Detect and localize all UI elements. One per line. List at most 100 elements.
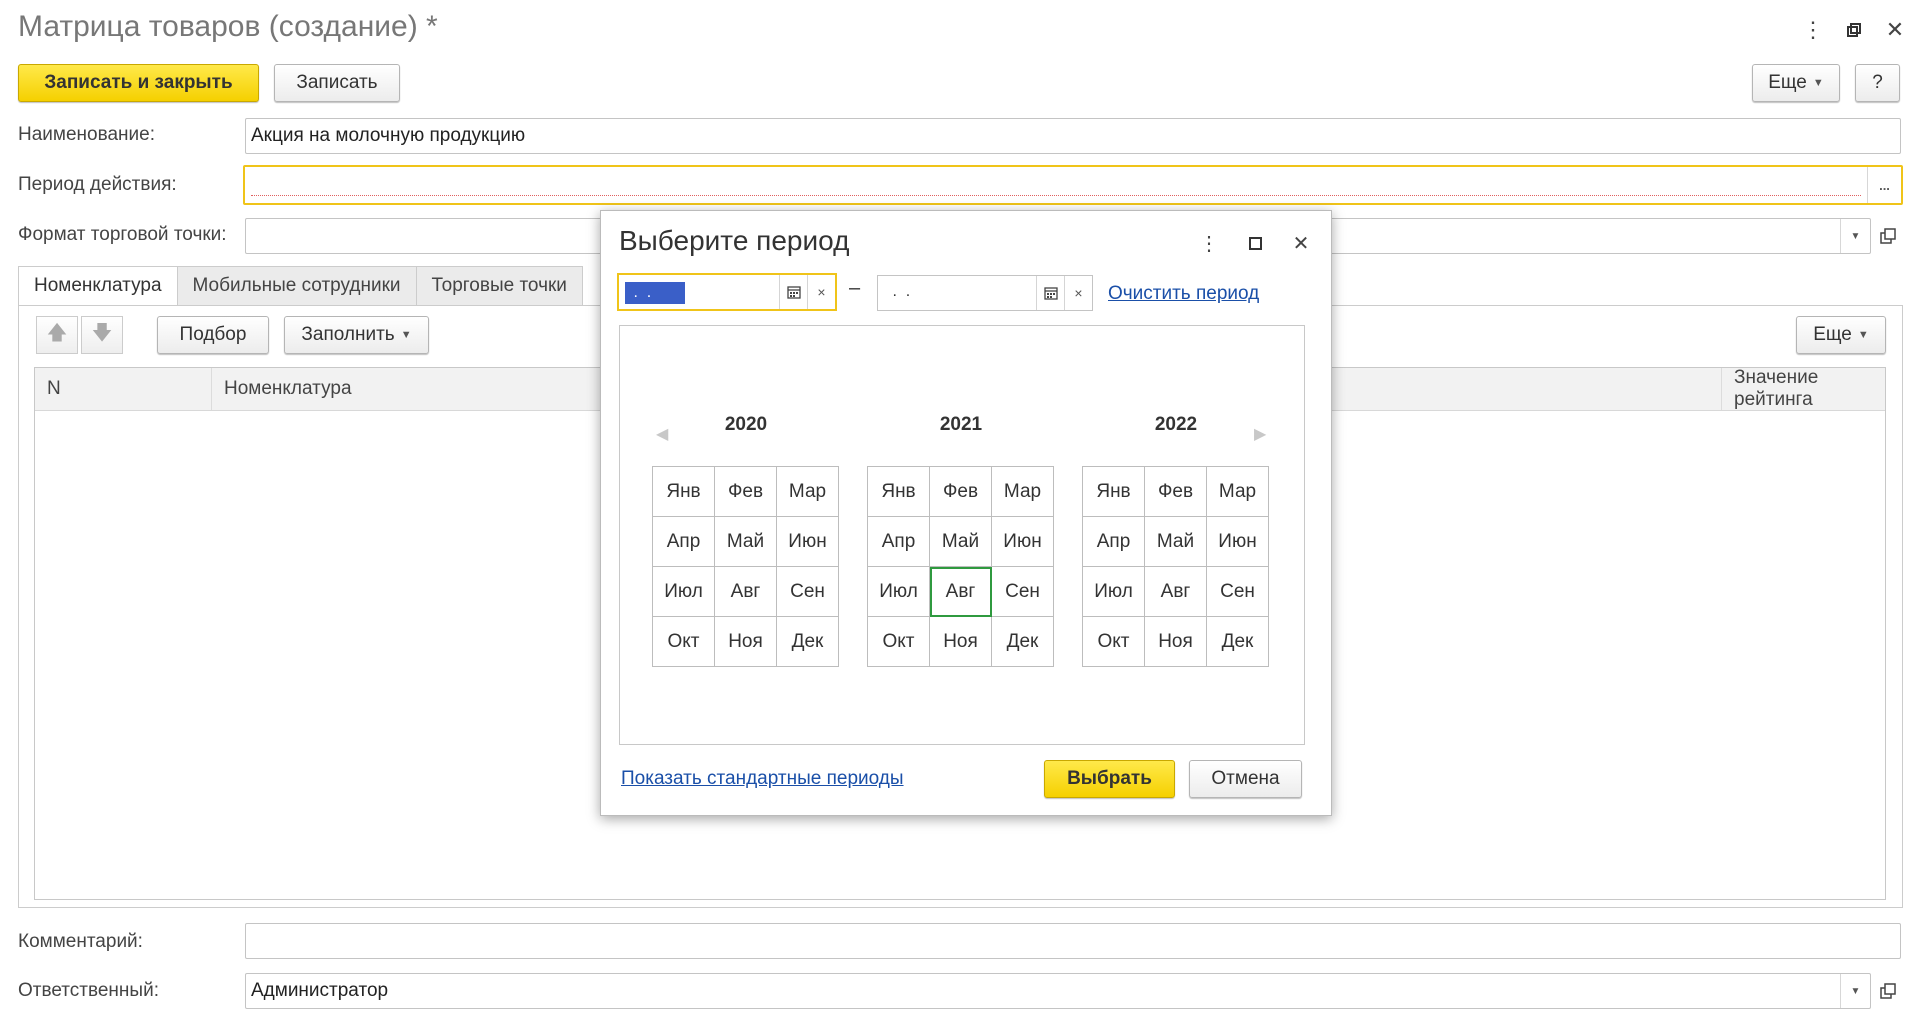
month-cell[interactable]: Мар (777, 467, 839, 517)
comment-label: Комментарий: (18, 931, 143, 952)
column-n[interactable]: N (35, 368, 212, 410)
month-cell[interactable]: Фев (930, 467, 992, 517)
month-cell[interactable]: Янв (653, 467, 715, 517)
month-cell[interactable]: Дек (777, 617, 839, 667)
month-cell[interactable]: Июл (1083, 567, 1145, 617)
month-cell[interactable]: Окт (868, 617, 930, 667)
month-cell[interactable]: Ноя (715, 617, 777, 667)
month-cell[interactable]: Дек (1207, 617, 1269, 667)
period-to-field[interactable]: . . × (877, 275, 1093, 311)
save-and-close-button[interactable]: Записать и закрыть (18, 64, 259, 102)
month-cell[interactable]: Апр (653, 517, 715, 567)
period-from-field[interactable]: . . × (617, 273, 837, 311)
month-cell[interactable]: Фев (715, 467, 777, 517)
pick-button[interactable]: Подбор (157, 316, 269, 354)
tab-bar: Номенклатура Мобильные сотрудники Торгов… (18, 266, 583, 306)
save-button[interactable]: Записать (274, 64, 400, 102)
open-icon[interactable] (1874, 220, 1902, 252)
year-block-2020: 2020 Янв Фев Мар Апр Май Июн Июл Авг Сен… (652, 414, 840, 667)
period-dash: – (849, 277, 861, 299)
period-select-button[interactable]: ... (1867, 167, 1901, 203)
column-rating[interactable]: Значение рейтинга (1722, 367, 1885, 410)
year-block-2021: 2021 Янв Фев Мар Апр Май Июн Июл Авг Сен… (867, 414, 1055, 667)
select-period-dialog: Выберите период ⋮ ✕ . . × – . . × Очисти… (600, 210, 1332, 816)
clear-period-link[interactable]: Очистить период (1108, 283, 1259, 305)
tab-mobile-employees[interactable]: Мобильные сотрудники (176, 266, 417, 306)
fill-button[interactable]: Заполнить ▼ (284, 316, 429, 354)
month-calendar: ◀ ▶ 2020 Янв Фев Мар Апр Май Июн Июл Авг… (619, 325, 1305, 745)
chevron-down-icon: ▼ (1857, 329, 1869, 341)
more-vertical-icon[interactable]: ⋮ (1795, 12, 1831, 48)
close-icon[interactable]: ✕ (1285, 227, 1317, 259)
name-label: Наименование: (18, 124, 155, 145)
comment-field[interactable] (245, 923, 1901, 959)
month-cell[interactable]: Май (930, 517, 992, 567)
month-cell[interactable]: Сен (777, 567, 839, 617)
tab-nomenclature[interactable]: Номенклатура (18, 266, 178, 306)
month-cell[interactable]: Апр (1083, 517, 1145, 567)
responsible-field[interactable]: Администратор ▼ (245, 973, 1871, 1009)
month-cell[interactable]: Июн (1207, 517, 1269, 567)
format-label: Формат торговой точки: (18, 224, 227, 245)
month-cell[interactable]: Сен (992, 567, 1054, 617)
year-block-2022: 2022 Янв Фев Мар Апр Май Июн Июл Авг Сен… (1082, 414, 1270, 667)
month-cell[interactable]: Мар (1207, 467, 1269, 517)
required-underline (251, 195, 1861, 196)
months-grid: Янв Фев Мар Апр Май Июн Июл Авг Сен Окт … (867, 466, 1054, 667)
months-grid: Янв Фев Мар Апр Май Июн Июл Авг Сен Окт … (652, 466, 839, 667)
more-vertical-icon[interactable]: ⋮ (1193, 227, 1225, 259)
month-cell[interactable]: Мар (992, 467, 1054, 517)
fill-button-label: Заполнить (301, 324, 395, 345)
month-cell[interactable]: Июл (868, 567, 930, 617)
month-cell[interactable]: Фев (1145, 467, 1207, 517)
period-label: Период действия: (18, 174, 177, 195)
month-cell[interactable]: Апр (868, 517, 930, 567)
clear-icon[interactable]: × (1064, 276, 1092, 310)
close-icon[interactable]: ✕ (1877, 12, 1913, 48)
month-cell[interactable]: Окт (1083, 617, 1145, 667)
month-cell[interactable]: Июн (992, 517, 1054, 567)
period-field[interactable]: ... (243, 165, 1903, 205)
move-down-icon[interactable]: 🡇 (81, 316, 123, 354)
more-button-label: Еще (1768, 72, 1807, 93)
month-cell[interactable]: Ноя (1145, 617, 1207, 667)
month-cell[interactable]: Сен (1207, 567, 1269, 617)
month-cell[interactable]: Май (1145, 517, 1207, 567)
clear-icon[interactable]: × (807, 275, 835, 309)
month-cell[interactable]: Окт (653, 617, 715, 667)
select-button[interactable]: Выбрать (1044, 760, 1175, 798)
table-more-button[interactable]: Еще ▼ (1796, 316, 1886, 354)
month-cell[interactable]: Авг (1145, 567, 1207, 617)
window-title: Матрица товаров (создание) * (18, 10, 438, 43)
month-cell[interactable]: Дек (992, 617, 1054, 667)
month-cell[interactable]: Янв (868, 467, 930, 517)
month-cell[interactable]: Июл (653, 567, 715, 617)
month-cell[interactable]: Ноя (930, 617, 992, 667)
maximize-icon[interactable] (1239, 227, 1271, 259)
period-to-value: . . (888, 283, 915, 300)
table-more-label: Еще (1813, 324, 1852, 345)
show-standard-periods-link[interactable]: Показать стандартные периоды (621, 768, 904, 790)
restore-window-icon[interactable] (1836, 12, 1872, 48)
more-button[interactable]: Еще ▼ (1752, 64, 1840, 102)
period-from-value: . . (625, 282, 685, 304)
name-field[interactable]: Акция на молочную продукцию (245, 118, 1901, 154)
name-field-value: Акция на молочную продукцию (251, 125, 526, 146)
calendar-icon[interactable] (1036, 276, 1064, 310)
dropdown-icon[interactable]: ▼ (1840, 219, 1870, 253)
responsible-label: Ответственный: (18, 980, 159, 1001)
month-cell[interactable]: Янв (1083, 467, 1145, 517)
month-cell-current[interactable]: Авг (930, 567, 992, 617)
move-up-icon[interactable]: 🡅 (36, 316, 78, 354)
month-cell[interactable]: Май (715, 517, 777, 567)
help-button[interactable]: ? (1855, 64, 1900, 102)
dropdown-icon[interactable]: ▼ (1840, 974, 1870, 1008)
calendar-icon[interactable] (779, 275, 807, 309)
month-cell[interactable]: Авг (715, 567, 777, 617)
tab-outlets[interactable]: Торговые точки (415, 266, 583, 306)
open-icon[interactable] (1874, 975, 1902, 1007)
year-label: 2021 (939, 414, 983, 435)
cancel-button[interactable]: Отмена (1189, 760, 1302, 798)
month-cell[interactable]: Июн (777, 517, 839, 567)
chevron-down-icon: ▼ (400, 329, 412, 341)
